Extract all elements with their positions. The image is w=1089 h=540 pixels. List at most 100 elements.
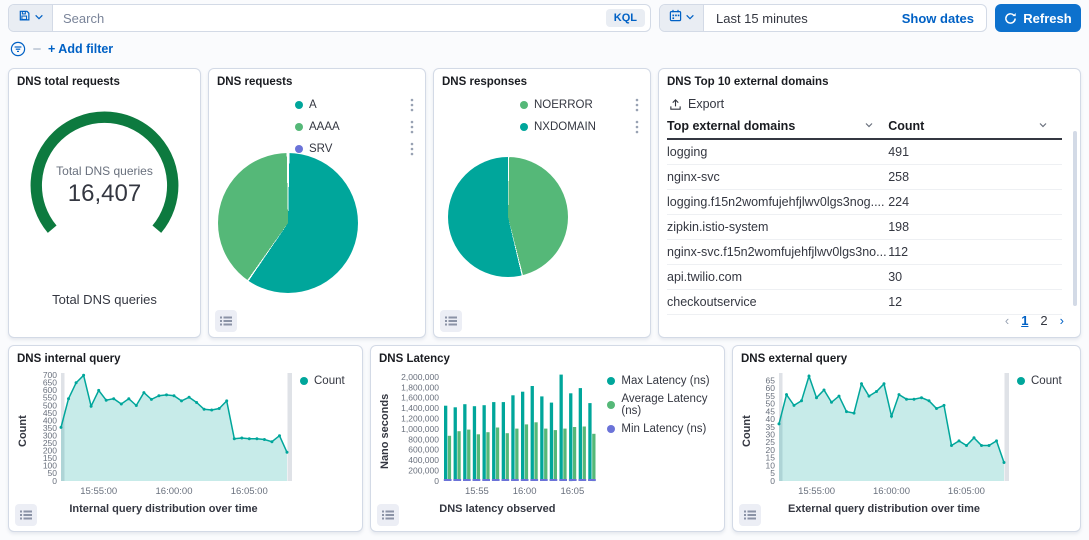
search-bar: KQL xyxy=(8,4,651,32)
avg-latency-bar xyxy=(496,428,499,482)
chevron-down-icon xyxy=(685,9,695,27)
legend-toggle-button[interactable] xyxy=(739,504,761,526)
responses-pie-legend: NOERROR NXDOMAIN xyxy=(520,97,642,135)
data-point xyxy=(778,422,781,425)
data-point xyxy=(255,437,258,440)
refresh-button-label: Refresh xyxy=(1023,11,1071,26)
table-row: zipkin.istio-system198 xyxy=(667,215,1062,240)
data-point xyxy=(286,451,289,454)
export-button[interactable]: Export xyxy=(669,97,724,111)
x-axis-tick: 15:55:00 xyxy=(798,486,835,497)
avg-latency-bar xyxy=(583,427,586,482)
query-toolbar: KQL Last 15 minutes Show dates Refresh xyxy=(0,0,1089,32)
max-latency-bar xyxy=(464,404,467,481)
panel-title[interactable]: DNS requests xyxy=(217,76,417,88)
table-scrollbar[interactable] xyxy=(1073,131,1077,306)
pagination-page-2[interactable]: 2 xyxy=(1040,313,1047,328)
legend-actions-icon[interactable] xyxy=(632,119,642,135)
external-query-chart[interactable]: 0510152025303540455055606515:55:0016:00:… xyxy=(755,367,1013,502)
chart-legend: Max Latency (ns) Average Latency (ns) Mi… xyxy=(603,367,716,515)
filter-icon[interactable] xyxy=(10,41,26,57)
count-cell: 258 xyxy=(888,165,1062,190)
panel-title[interactable]: DNS Top 10 external domains xyxy=(667,76,1072,88)
legend-item-average-latency[interactable]: Average Latency (ns) xyxy=(607,393,716,417)
refresh-button[interactable]: Refresh xyxy=(995,4,1081,32)
panel-title[interactable]: DNS total requests xyxy=(17,76,192,88)
avg-latency-bar xyxy=(593,434,596,481)
filter-bar: + Add filter xyxy=(0,32,1089,58)
legend-actions-icon[interactable] xyxy=(407,119,417,135)
save-icon xyxy=(18,9,31,27)
legend-item-min-latency[interactable]: Min Latency (ns) xyxy=(607,423,716,435)
pagination-next-icon[interactable]: › xyxy=(1060,313,1064,328)
show-dates-button[interactable]: Show dates xyxy=(902,5,986,31)
max-latency-bar xyxy=(483,405,486,481)
date-quick-menu-button[interactable] xyxy=(660,5,704,31)
legend-toggle-button[interactable] xyxy=(15,504,37,526)
saved-query-menu-button[interactable] xyxy=(9,5,53,31)
data-point xyxy=(980,444,983,447)
gauge-metric-label: Total DNS queries xyxy=(17,164,192,178)
avg-latency-bar xyxy=(544,429,547,481)
data-point xyxy=(793,404,796,407)
total-queries-gauge[interactable]: Total DNS queries 16,407 xyxy=(17,100,192,248)
domain-cell: logging.f15n2womfujehfjlwv0lgs3nog.... xyxy=(667,190,888,215)
count-cell: 30 xyxy=(888,265,1062,290)
data-point xyxy=(240,437,243,440)
sort-chevron-icon[interactable] xyxy=(864,119,874,133)
data-point xyxy=(210,409,213,412)
avg-latency-bar xyxy=(564,429,567,481)
sort-chevron-icon[interactable] xyxy=(1038,119,1048,133)
x-axis-tick: 16:00:00 xyxy=(156,486,193,497)
legend-actions-icon[interactable] xyxy=(632,97,642,113)
legend-actions-icon[interactable] xyxy=(407,141,417,157)
panel-title[interactable]: DNS Latency xyxy=(379,353,716,365)
panel-title[interactable]: DNS internal query xyxy=(17,353,354,365)
dns-latency-chart[interactable]: 0200,000400,000600,000800,0001,000,0001,… xyxy=(391,367,603,502)
max-latency-bar xyxy=(473,406,476,481)
x-axis-tick: 16:05 xyxy=(561,486,585,497)
legend-item-max-latency[interactable]: Max Latency (ns) xyxy=(607,375,716,387)
panel-title[interactable]: DNS external query xyxy=(741,353,1072,365)
column-header-count[interactable]: Count xyxy=(888,115,1062,139)
legend-item-count[interactable]: Count xyxy=(300,375,345,387)
legend-dot xyxy=(295,123,303,131)
pagination-prev-icon[interactable]: ‹ xyxy=(1005,313,1009,328)
legend-toggle-button[interactable] xyxy=(377,504,399,526)
avg-latency-bar xyxy=(467,430,470,481)
data-point xyxy=(830,401,833,404)
legend-dot xyxy=(520,101,528,109)
data-point xyxy=(1003,461,1006,464)
column-header-domains[interactable]: Top external domains xyxy=(667,115,888,139)
panel-title[interactable]: DNS responses xyxy=(442,76,642,88)
y-axis-tick: 1,200,000 xyxy=(402,413,440,423)
legend-item-nxdomain[interactable]: NXDOMAIN xyxy=(520,119,642,135)
pagination-page-1[interactable]: 1 xyxy=(1021,313,1028,328)
kql-language-button[interactable]: KQL xyxy=(606,9,645,27)
legend-item-count[interactable]: Count xyxy=(1017,375,1062,387)
min-latency-bar xyxy=(502,479,510,481)
dns-responses-pie-chart[interactable] xyxy=(448,157,568,277)
min-latency-bar xyxy=(579,479,587,481)
time-range-button[interactable]: Last 15 minutes xyxy=(704,5,902,31)
legend-item-srv[interactable]: SRV xyxy=(295,141,417,157)
data-point xyxy=(180,399,183,402)
legend-item-a[interactable]: A xyxy=(295,97,417,113)
max-latency-bar xyxy=(560,375,563,481)
dns-requests-pie-chart[interactable] xyxy=(218,153,358,293)
search-input[interactable] xyxy=(53,5,606,31)
legend-item-aaaa[interactable]: AAAA xyxy=(295,119,417,135)
legend-toggle-button[interactable] xyxy=(215,310,237,332)
add-filter-button[interactable]: + Add filter xyxy=(48,42,113,56)
data-point xyxy=(845,410,848,413)
legend-actions-icon[interactable] xyxy=(407,97,417,113)
x-axis-tick: 16:00 xyxy=(513,486,537,497)
data-point xyxy=(150,398,153,401)
panel-dns-top-external-domains: DNS Top 10 external domains Export Top e… xyxy=(658,68,1081,338)
legend-dot xyxy=(1017,377,1025,385)
internal-query-chart[interactable]: 0501001502002503003504004505005506006507… xyxy=(31,367,296,502)
legend-item-noerror[interactable]: NOERROR xyxy=(520,97,642,113)
avg-latency-bar xyxy=(554,430,557,481)
legend-toggle-button[interactable] xyxy=(440,310,462,332)
data-point xyxy=(838,395,841,398)
